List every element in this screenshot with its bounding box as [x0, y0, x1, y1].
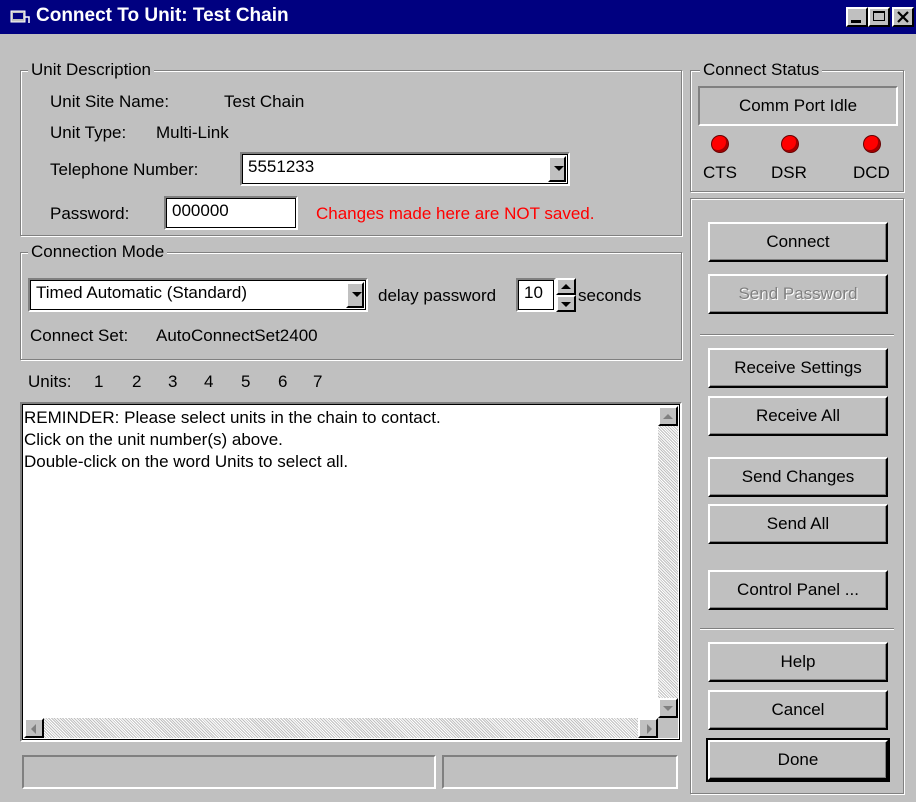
cts-led-icon: [712, 136, 728, 152]
dcd-label: DCD: [853, 163, 890, 182]
site-name-label: Unit Site Name:: [50, 92, 170, 111]
separator: [700, 334, 894, 336]
unit-number-2[interactable]: 2: [132, 372, 141, 392]
help-button[interactable]: Help: [708, 642, 888, 682]
seconds-label: seconds: [578, 286, 642, 305]
vertical-scrollbar[interactable]: [658, 406, 678, 718]
arrow-up-icon: [663, 414, 673, 419]
connect-set-label: Connect Set:: [30, 326, 129, 345]
password-field[interactable]: 000000: [164, 196, 298, 230]
close-icon: [897, 11, 909, 23]
dsr-label: DSR: [771, 163, 807, 182]
send-changes-button[interactable]: Send Changes: [708, 457, 888, 497]
connect-status-label: Connect Status: [700, 60, 823, 80]
minimize-icon: [851, 20, 861, 23]
password-label: Password:: [50, 204, 130, 223]
unit-type-value: Multi-Link: [156, 123, 229, 142]
title-bar[interactable]: Connect To Unit: Test Chain: [0, 0, 916, 34]
unit-description-label: Unit Description: [28, 60, 154, 80]
reminder-memo[interactable]: REMINDER: Please select units in the cha…: [20, 402, 682, 742]
telephone-combobox[interactable]: 5551233: [240, 152, 570, 186]
delay-value: 10: [524, 283, 543, 302]
scroll-left-button[interactable]: [24, 718, 44, 738]
status-panel-left: [22, 755, 436, 789]
connection-mode-select[interactable]: Timed Automatic (Standard): [28, 278, 368, 312]
done-button[interactable]: Done: [706, 738, 890, 782]
connect-button[interactable]: Connect: [708, 222, 888, 262]
arrow-up-icon: [561, 284, 571, 289]
telephone-value: 5551233: [248, 157, 315, 176]
unit-number-1[interactable]: 1: [94, 372, 103, 392]
port-status-text: Comm Port Idle: [738, 96, 858, 115]
close-button[interactable]: [892, 7, 914, 27]
units-label[interactable]: Units:: [28, 372, 71, 392]
scroll-corner: [658, 718, 678, 738]
window-title: Connect To Unit: Test Chain: [36, 5, 289, 26]
connection-mode-dropdown-button[interactable]: [346, 282, 364, 308]
memo-line: REMINDER: Please select units in the cha…: [24, 408, 441, 427]
arrow-left-icon: [31, 724, 36, 734]
control-panel-button[interactable]: Control Panel ...: [708, 570, 888, 610]
receive-all-button[interactable]: Receive All: [708, 396, 888, 436]
dcd-led-icon: [864, 136, 880, 152]
separator: [700, 628, 894, 630]
delay-spin-down-button[interactable]: [556, 295, 576, 312]
port-status-display: Comm Port Idle: [698, 86, 898, 126]
arrow-down-icon: [561, 302, 571, 307]
unit-number-3[interactable]: 3: [168, 372, 177, 392]
unit-number-4[interactable]: 4: [204, 372, 213, 392]
receive-settings-button[interactable]: Receive Settings: [708, 348, 888, 388]
warning-text: Changes made here are NOT saved.: [316, 204, 595, 223]
status-panel-right: [442, 755, 678, 789]
chevron-down-icon: [352, 292, 362, 297]
delay-password-label: delay password: [378, 286, 497, 305]
maximize-icon: [873, 11, 885, 21]
unit-number-6[interactable]: 6: [278, 372, 287, 392]
minimize-button[interactable]: [846, 7, 868, 27]
memo-line: Click on the unit number(s) above.: [24, 430, 283, 449]
scroll-right-button[interactable]: [638, 718, 658, 738]
arrow-down-icon: [663, 706, 673, 711]
cts-label: CTS: [703, 163, 737, 182]
unit-number-7[interactable]: 7: [313, 372, 322, 392]
send-password-button[interactable]: Send Password: [708, 274, 888, 314]
delay-input[interactable]: 10: [516, 278, 556, 312]
telephone-dropdown-button[interactable]: [548, 156, 566, 182]
memo-text: REMINDER: Please select units in the cha…: [24, 407, 441, 473]
site-name-value: Test Chain: [224, 92, 305, 111]
scroll-down-button[interactable]: [658, 698, 678, 718]
unit-type-label: Unit Type:: [50, 123, 127, 142]
delay-spin-up-button[interactable]: [556, 278, 576, 295]
send-all-button[interactable]: Send All: [708, 504, 888, 544]
unit-number-5[interactable]: 5: [241, 372, 250, 392]
dsr-led-icon: [782, 136, 798, 152]
connect-set-value: AutoConnectSet2400: [156, 326, 318, 345]
chevron-down-icon: [554, 166, 564, 171]
arrow-right-icon: [647, 724, 652, 734]
telephone-label: Telephone Number:: [50, 160, 199, 179]
maximize-button[interactable]: [868, 7, 890, 27]
app-icon: [10, 10, 30, 23]
connection-mode-label: Connection Mode: [28, 242, 168, 262]
cancel-button[interactable]: Cancel: [708, 690, 888, 730]
memo-line: Double-click on the word Units to select…: [24, 452, 349, 471]
scroll-up-button[interactable]: [658, 406, 678, 426]
password-value: 000000: [172, 201, 229, 220]
connection-mode-value: Timed Automatic (Standard): [36, 283, 248, 302]
horizontal-scrollbar[interactable]: [24, 718, 658, 738]
